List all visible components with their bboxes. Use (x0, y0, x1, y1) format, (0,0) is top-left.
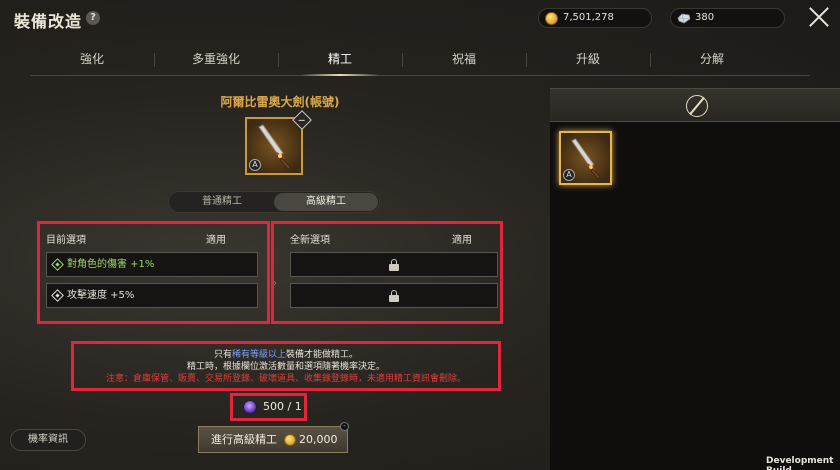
help-icon[interactable]: ? (86, 11, 100, 25)
tab-multi-enhance[interactable]: 多重強化 (154, 44, 278, 74)
current-option-row: 攻擊速度 +5% (46, 283, 258, 308)
advanced-refine-button[interactable]: 高級精工 (274, 193, 378, 211)
development-build-label: Development Build (766, 456, 834, 470)
execute-button-label: 進行高級精工 (211, 433, 277, 446)
execute-cost: 20,000 (299, 433, 338, 446)
current-options-panel: 目前選項 適用 對角色的傷害 +1% 攻擊速度 +5% (37, 221, 270, 324)
new-options-header: 全新選項 (290, 235, 330, 246)
tab-enhance[interactable]: 強化 (30, 44, 154, 74)
material-cost-text: 500 / 1 (263, 400, 302, 413)
crystal-counter: 380 (670, 8, 785, 28)
crystal-amount: 380 (695, 12, 715, 23)
tab-dismantle[interactable]: 分解 (650, 44, 774, 74)
inventory-header (550, 88, 840, 122)
new-option-row-locked (290, 252, 498, 277)
grade-badge: A (249, 159, 261, 171)
current-option-text: 攻擊速度 +5% (67, 290, 135, 301)
normal-refine-button[interactable]: 普通精工 (170, 193, 274, 211)
new-option-row-locked (290, 283, 498, 308)
refine-stone-icon (243, 400, 257, 414)
tab-upgrade[interactable]: 升級 (526, 44, 650, 74)
tab-bar: 強化 多重強化 精工 祝福 升級 分解 (30, 44, 810, 76)
notice-warning: 注意：倉庫保管、販賣、交易所登錄、破壞道具、收集錄登錄時，未適用精工資訊會刪除。 (105, 374, 466, 384)
lock-icon (389, 259, 399, 271)
execute-badge: - (340, 422, 349, 431)
material-cost: 500 / 1 (230, 393, 307, 421)
lock-icon (389, 290, 399, 302)
option-diamond-icon (51, 258, 64, 271)
current-options-header: 目前選項 (46, 235, 86, 246)
execute-advanced-refine-button[interactable]: 進行高級精工 20,000 (198, 426, 348, 453)
option-diamond-icon (51, 289, 64, 302)
new-options-panel: 全新選項 適用 (271, 221, 503, 324)
close-icon[interactable] (808, 6, 830, 28)
inventory-item-slot[interactable]: A (559, 131, 612, 185)
item-name: 阿爾比雷奧大劍(帳號) (220, 95, 340, 109)
item-slot[interactable]: A (245, 110, 312, 175)
refine-notice: 只有稀有等級以上裝備才能做精工。 精工時，根據欄位激活數量和選項隨著機率決定。 … (71, 341, 501, 391)
probability-info-button[interactable]: 機率資訊 (10, 429, 86, 451)
current-option-text: 對角色的傷害 +1% (67, 259, 155, 270)
crystal-icon (677, 13, 691, 24)
new-options-apply-header: 適用 (452, 235, 472, 246)
grade-badge: A (563, 169, 575, 181)
gold-coin-icon (284, 434, 296, 446)
no-filter-icon[interactable] (686, 95, 708, 117)
notice-line-1: 只有稀有等級以上裝備才能做精工。 (213, 350, 359, 360)
notice-line-2: 精工時，根據欄位激活數量和選項隨著機率決定。 (186, 362, 385, 372)
equipment-modify-window: 裝備改造 ? 7,501,278 380 強化 多重強化 精工 祝福 升級 分解… (0, 0, 840, 470)
gold-amount: 7,501,278 (563, 12, 614, 23)
tab-blessing[interactable]: 祝福 (402, 44, 526, 74)
refine-mode-toggle: 普通精工 高級精工 (168, 191, 380, 213)
tab-refine[interactable]: 精工 (278, 44, 402, 76)
gold-coin-icon (545, 12, 558, 25)
gold-counter: 7,501,278 (538, 8, 652, 28)
current-options-apply-header: 適用 (206, 235, 226, 246)
grade-requirement-link: 稀有等級以上 (231, 350, 286, 360)
current-option-row: 對角色的傷害 +1% (46, 252, 258, 277)
window-title: 裝備改造 (14, 12, 83, 31)
header-bar: 裝備改造 ? 7,501,278 380 (0, 0, 840, 40)
